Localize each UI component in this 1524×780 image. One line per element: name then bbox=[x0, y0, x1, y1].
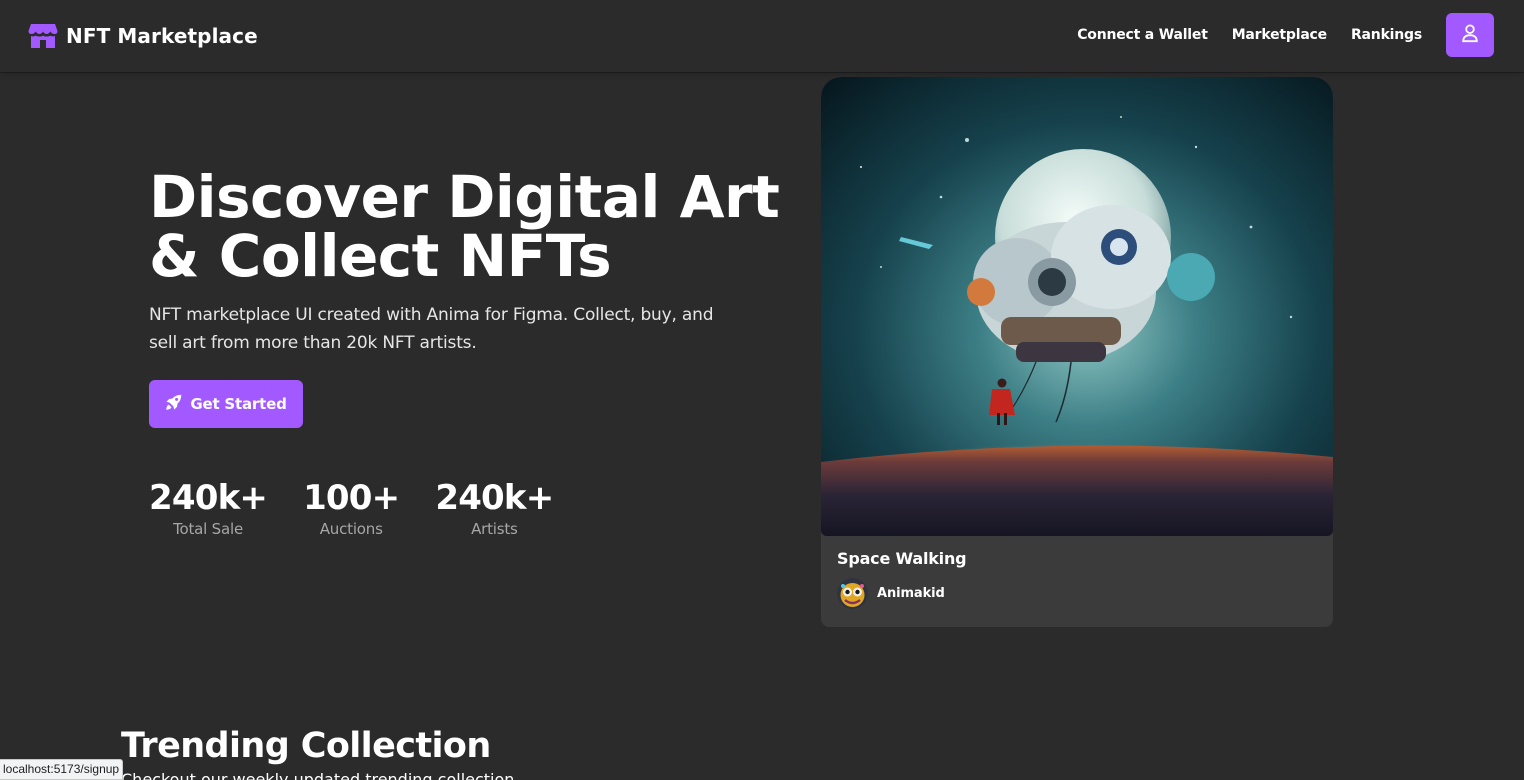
trending-section-subtitle: Checkout our weekly updated trending col… bbox=[121, 770, 520, 780]
stats-row: 240k+ Total Sale 100+ Auctions 240k+ Art… bbox=[149, 478, 589, 539]
user-icon bbox=[1460, 23, 1480, 47]
status-bar-url: localhost:5173/signup bbox=[0, 759, 124, 780]
stat-total-sale: 240k+ Total Sale bbox=[149, 478, 268, 539]
nav-link-marketplace[interactable]: Marketplace bbox=[1232, 27, 1327, 43]
nft-title: Space Walking bbox=[837, 549, 967, 568]
hero-description: NFT marketplace UI created with Anima fo… bbox=[149, 305, 714, 353]
stat-label: Total Sale bbox=[173, 520, 243, 538]
featured-nft-card[interactable]: Space Walking Animakid bbox=[821, 77, 1333, 627]
get-started-button[interactable]: Get Started bbox=[149, 380, 303, 428]
storefront-icon bbox=[28, 23, 58, 49]
get-started-label: Get Started bbox=[190, 395, 287, 413]
hero-title-line-2: & Collect NFTs bbox=[149, 222, 612, 290]
stat-label: Auctions bbox=[319, 520, 383, 538]
stat-value: 240k+ bbox=[149, 478, 268, 518]
user-account-button[interactable] bbox=[1446, 13, 1494, 57]
hero-title-line-1: Discover Digital Art bbox=[149, 163, 780, 231]
page: NFT Marketplace Connect a Wallet Marketp… bbox=[0, 0, 1524, 780]
stat-value: 240k+ bbox=[435, 478, 554, 518]
stat-auctions: 100+ Auctions bbox=[303, 478, 400, 539]
nav-link-rankings[interactable]: Rankings bbox=[1351, 27, 1422, 43]
stat-label: Artists bbox=[471, 520, 518, 538]
rocket-icon bbox=[165, 394, 182, 415]
top-nav-bar: NFT Marketplace Connect a Wallet Marketp… bbox=[0, 0, 1524, 72]
brand-name: NFT Marketplace bbox=[66, 24, 258, 48]
trending-section-title: Trending Collection bbox=[121, 726, 491, 766]
stat-artists: 240k+ Artists bbox=[435, 478, 554, 539]
nft-artwork-image bbox=[821, 77, 1333, 536]
nav-link-connect-wallet[interactable]: Connect a Wallet bbox=[1077, 27, 1208, 43]
artist-info[interactable]: Animakid bbox=[837, 578, 945, 609]
brand-logo-link[interactable]: NFT Marketplace bbox=[28, 22, 258, 50]
stat-value: 100+ bbox=[303, 478, 400, 518]
hero-title: Discover Digital Art & Collect NFTs bbox=[149, 168, 789, 286]
main-nav: Connect a Wallet Marketplace Rankings bbox=[1077, 0, 1494, 70]
artist-name[interactable]: Animakid bbox=[877, 586, 945, 601]
artist-avatar bbox=[837, 578, 868, 609]
